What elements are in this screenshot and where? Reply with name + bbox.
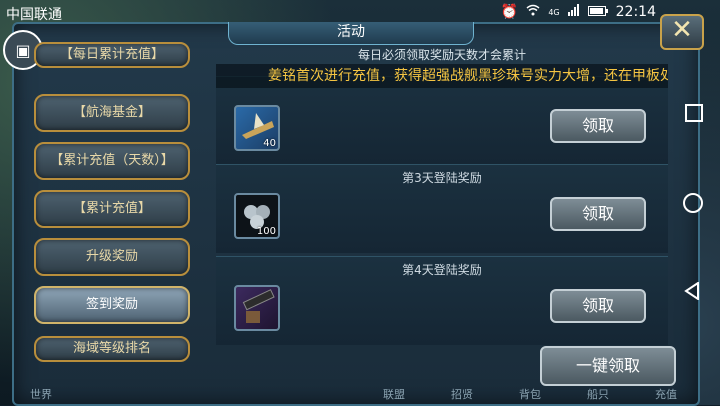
reward-notice: 每日必须领取奖励天数才会累计 xyxy=(357,48,526,62)
item-count: 40 xyxy=(263,138,276,149)
battery-icon xyxy=(587,4,608,20)
menu-item-level-reward[interactable]: 升级奖励 xyxy=(34,238,190,276)
clock-time: 22:14 xyxy=(615,4,656,20)
network-type: 4G xyxy=(548,7,560,17)
cannonball-item-icon[interactable]: 100 xyxy=(234,193,280,239)
reward-row-title: 第3天登陆奖励 xyxy=(402,171,482,185)
reward-row-title: 第4天登陆奖励 xyxy=(402,263,482,277)
menu-item-signin-reward[interactable]: 签到奖励 xyxy=(34,286,190,324)
menu-item-voyage-fund[interactable]: 【航海基金】 xyxy=(34,94,190,132)
announcement-marquee: 姜铭首次进行充值，获得超强战舰黑珍珠号实力大增，还在甲板处发现了氪 xyxy=(216,64,668,88)
panel-title: 活动 xyxy=(228,22,474,45)
item-count: 100 xyxy=(256,226,276,237)
alarm-icon: ⏰ xyxy=(500,4,519,20)
tab-recharge[interactable]: 充值 xyxy=(655,386,677,405)
recent-apps-icon[interactable] xyxy=(685,104,703,122)
tab-bag[interactable]: 背包 xyxy=(519,386,541,405)
signal-icon xyxy=(567,4,580,20)
cannon-item-icon[interactable] xyxy=(234,285,280,331)
menu-item-cumulative-days[interactable]: 【累计充值（天数）】 xyxy=(34,142,190,180)
carrier-label: 中国联通 xyxy=(6,7,62,23)
home-icon[interactable] xyxy=(683,193,703,213)
ship-item-icon[interactable]: 40 xyxy=(234,105,280,151)
claim-all-button[interactable]: 一键领取 xyxy=(540,346,676,386)
back-icon[interactable] xyxy=(684,281,700,304)
menu-item-sea-ranking[interactable]: 海域等级排名 xyxy=(34,336,190,362)
claim-button[interactable]: 领取 xyxy=(550,289,646,323)
menu-item-cumulative-recharge[interactable]: 【累计充值】 xyxy=(34,190,190,228)
claim-button[interactable]: 领取 xyxy=(550,197,646,231)
claim-button[interactable]: 领取 xyxy=(550,109,646,143)
bottom-tabs: 联盟 招贤 背包 船只 充值 xyxy=(360,386,700,405)
status-icons: ⏰ 4G 22:14 xyxy=(501,4,656,20)
menu-item-daily-recharge[interactable]: 【每日累计充值】 xyxy=(34,42,190,68)
tab-ships[interactable]: 船只 xyxy=(587,386,609,405)
reward-row: 第4天登陆奖励 领取 xyxy=(216,256,668,345)
reward-row: 第3天登陆奖励 100 领取 xyxy=(216,164,668,253)
wifi-icon xyxy=(526,4,540,20)
tab-recruit[interactable]: 招贤 xyxy=(451,386,473,405)
tab-alliance[interactable]: 联盟 xyxy=(383,386,405,405)
chat-world-label[interactable]: 世界 xyxy=(30,386,52,402)
reward-row: 40 领取 xyxy=(216,76,668,165)
